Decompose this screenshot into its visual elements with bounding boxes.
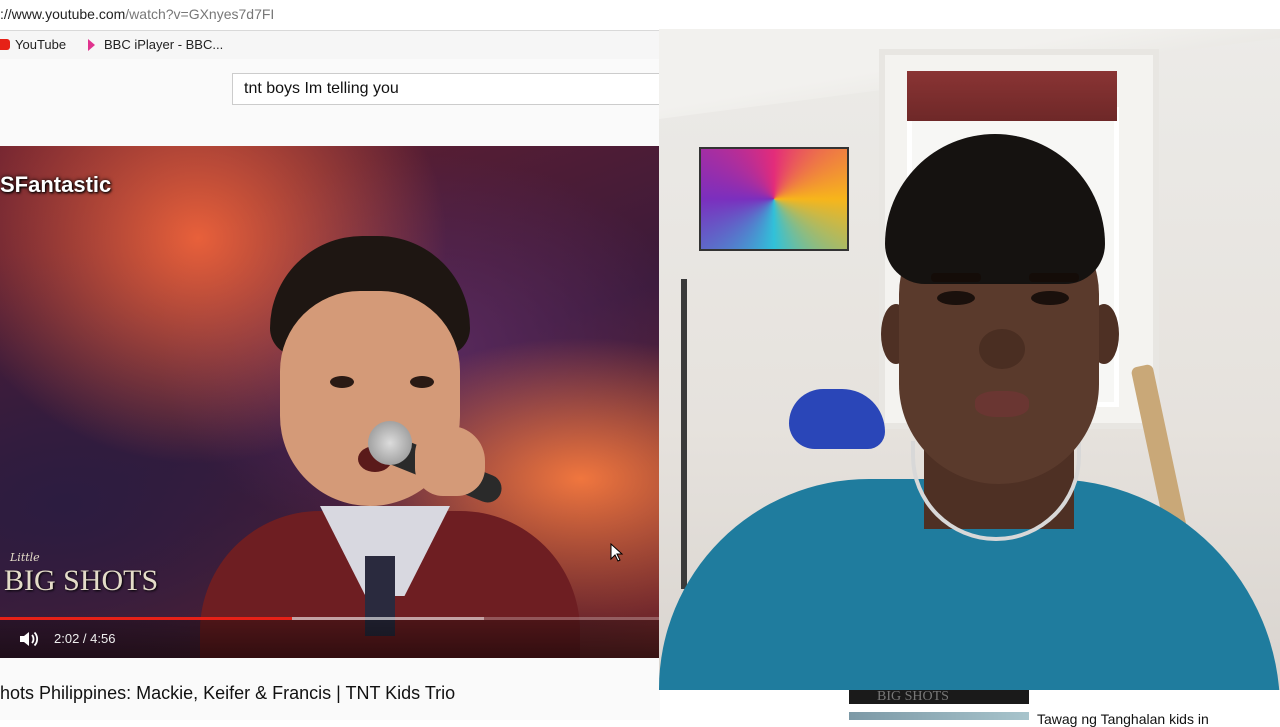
related-video-thumbnail[interactable] [849, 712, 1029, 720]
mouse-cursor-icon [610, 543, 624, 562]
bookmark-bbc-iplayer[interactable]: BBC iPlayer - BBC... [86, 37, 223, 52]
blue-chair [789, 389, 885, 449]
video-title: hots Philippines: Mackie, Keifer & Franc… [0, 683, 456, 703]
bbc-iplayer-icon [88, 38, 95, 51]
wall-poster [699, 147, 849, 251]
related-video-thumbnail[interactable]: BIG SHOTS [849, 690, 1029, 704]
time-display: 2:02 / 4:56 [54, 631, 116, 646]
bookmark-label: YouTube [15, 37, 67, 52]
bookmarks-bar: YouTube BBC iPlayer - BBC... [0, 31, 660, 60]
video-controls: 2:02 / 4:56 [0, 620, 660, 658]
webcam-overlay [659, 29, 1280, 690]
youtube-page: tnt boys Im telling you SFantastic Littl… [0, 59, 672, 720]
video-player[interactable]: SFantastic Little BIG SHOTS 2:02 / 4:56 [0, 146, 660, 658]
video-watermark: SFantastic [0, 172, 112, 197]
youtube-icon [0, 39, 10, 50]
video-frame-performer [200, 236, 580, 658]
url-text[interactable]: ://www.youtube.com/watch?v=GXnyes7d7FI [0, 6, 274, 22]
volume-icon[interactable] [18, 629, 40, 649]
show-logo: Little BIG SHOTS [4, 551, 159, 597]
search-input[interactable]: tnt boys Im telling you [232, 73, 672, 105]
mic-stand [681, 279, 687, 589]
bookmark-label: BBC iPlayer - BBC... [104, 37, 224, 52]
bookmark-youtube[interactable]: YouTube [0, 37, 66, 52]
related-video-title[interactable]: Tawag ng Tanghalan kids in [1037, 711, 1209, 727]
address-bar[interactable]: ://www.youtube.com/watch?v=GXnyes7d7FI [0, 0, 1280, 31]
window-blind [907, 71, 1117, 121]
